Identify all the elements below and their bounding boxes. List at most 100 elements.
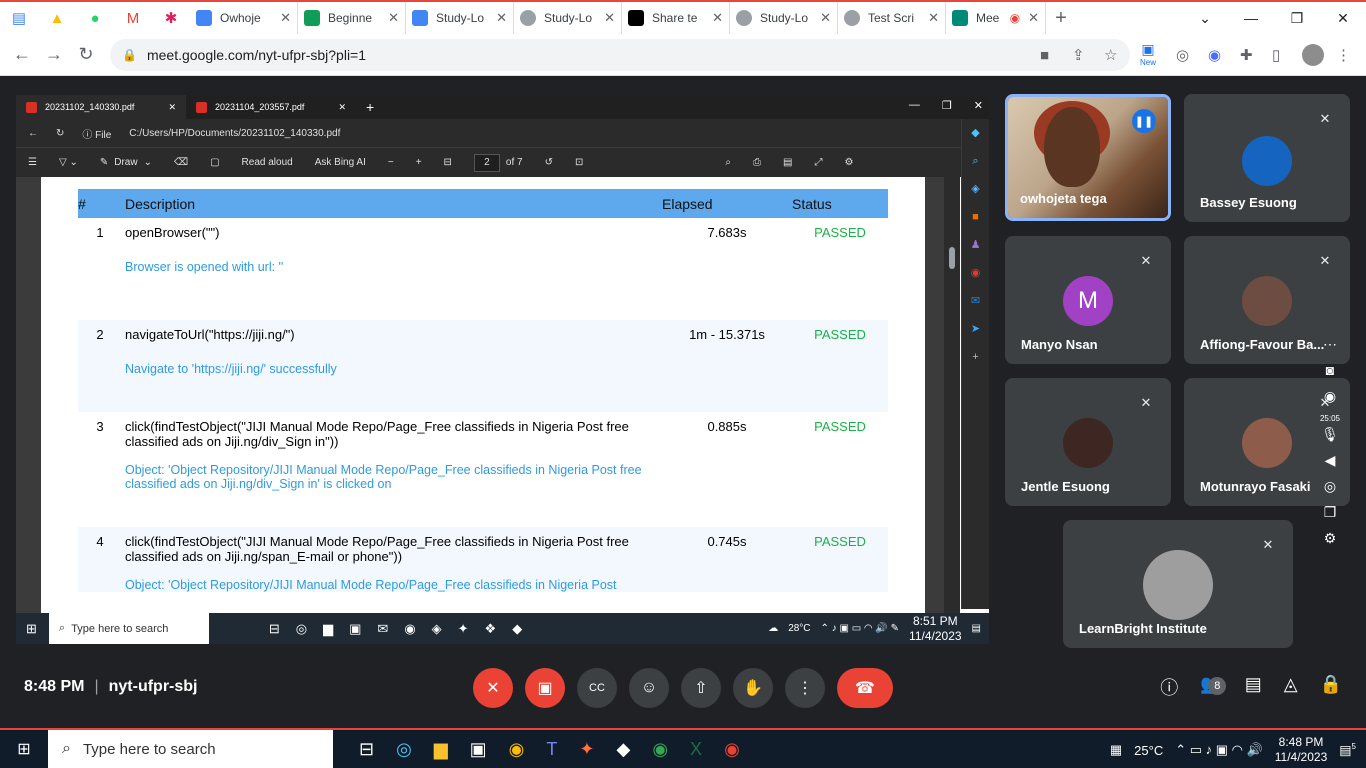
browser-tab[interactable]: Study-Lo ✕ [730, 2, 838, 34]
screenshot-icon[interactable]: ◙ [1326, 362, 1334, 388]
bookmark-star-icon[interactable]: ☆ [1104, 41, 1117, 69]
pinned-tab-whatsapp[interactable]: ● [76, 2, 114, 34]
draw-button[interactable]: ✎ Draw ⌄ [100, 157, 152, 168]
settings-icon[interactable]: ⚙ [844, 157, 853, 168]
start-icon[interactable]: ⊞ [0, 739, 48, 759]
teams-icon[interactable]: T [546, 739, 557, 760]
more-options-button[interactable]: ⋮ [785, 668, 825, 708]
chrome-icon[interactable]: ◉ [652, 739, 668, 760]
restore-button[interactable]: ❐ [942, 99, 952, 112]
file-path[interactable]: C:/Users/HP/Documents/20231102_140330.pd… [129, 128, 340, 139]
pdf-viewport[interactable]: # Description Elapsed Status 1 openBrows… [16, 177, 960, 613]
highlight-icon[interactable]: ▽ ⌄ [59, 157, 78, 168]
puzzle-icon[interactable]: ✚ [1240, 41, 1253, 69]
tab-search-icon[interactable]: ⌄ [1182, 10, 1228, 27]
minimize-button[interactable]: — [1228, 10, 1274, 26]
activities-icon[interactable]: ◬ [1284, 674, 1298, 713]
close-icon[interactable]: ✕ [820, 10, 831, 26]
participant-tile[interactable]: ✕ LearnBright Institute [1063, 520, 1293, 648]
chrome-icon[interactable]: ◉ [724, 739, 740, 760]
new-tab-button[interactable]: + [1046, 7, 1076, 30]
participant-tile[interactable]: ✕ M Manyo Nsan [1005, 236, 1171, 364]
captions-button[interactable]: CC [577, 668, 617, 708]
close-icon[interactable]: ✕ [388, 10, 399, 26]
back-button[interactable]: ← [28, 128, 38, 139]
camera-toggle-button[interactable]: ▣ [525, 668, 565, 708]
participant-tile[interactable]: ✕ Bassey Esuong [1184, 94, 1350, 222]
add-icon[interactable]: + [962, 343, 989, 371]
rotate-icon[interactable]: ↺ [545, 157, 553, 168]
task-view-icon[interactable]: ⊟ [359, 739, 374, 760]
copilot-icon[interactable]: ◆ [962, 119, 989, 147]
pdf-tab[interactable]: 20231104_203557.pdf ✕ [186, 95, 356, 119]
present-button[interactable]: ⇧ [681, 668, 721, 708]
close-icon[interactable]: ✕ [168, 102, 176, 113]
store-icon[interactable]: ▣ [470, 739, 487, 760]
reactions-button[interactable]: ☺ [629, 668, 669, 708]
host-controls-icon[interactable]: 🔒 [1320, 674, 1342, 713]
participant-tile[interactable]: ❚❚ owhojeta tega [1005, 94, 1171, 221]
print-icon[interactable]: ⎙ [753, 157, 761, 168]
mic-icon[interactable]: 🎙 [1321, 426, 1339, 452]
page-number-input[interactable]: 2 [473, 153, 500, 172]
office-icon[interactable]: ◉ [962, 259, 989, 287]
pinned-tab-slack[interactable]: ✱ [152, 2, 190, 34]
browser-tab-active[interactable]: Mee ◉ ✕ [946, 2, 1046, 34]
close-icon[interactable]: ✕ [604, 10, 615, 26]
browser-tab[interactable]: Study-Lo ✕ [406, 2, 514, 34]
meeting-details-icon[interactable]: ⓘ [1160, 674, 1178, 713]
extension-new-icon[interactable]: ▣ New [1140, 41, 1156, 69]
close-icon[interactable]: ✕ [280, 10, 291, 26]
zoom-in-icon[interactable]: + [416, 157, 422, 168]
taskbar-search-input[interactable]: ⌕ Type here to search [48, 613, 209, 644]
mic-toggle-button[interactable]: ✕ [473, 668, 513, 708]
notification-icon[interactable]: ▤ [972, 623, 981, 634]
read-aloud-button[interactable]: Read aloud [242, 157, 293, 168]
app-icon[interactable]: ✦ [579, 739, 594, 760]
chrome-icon[interactable]: ◉ [509, 739, 525, 760]
contents-icon[interactable]: ☰ [28, 157, 37, 168]
close-icon[interactable]: ✕ [496, 10, 507, 26]
profile-avatar[interactable] [1302, 41, 1324, 69]
fit-page-icon[interactable]: ⊟ [444, 157, 452, 168]
webcam-icon[interactable]: ◎ [1324, 478, 1336, 504]
browser-tab[interactable]: Beginne ✕ [298, 2, 406, 34]
zoom-out-icon[interactable]: − [388, 157, 394, 168]
outlook-icon[interactable]: ✉ [962, 287, 989, 315]
raise-hand-button[interactable]: ✋ [733, 668, 773, 708]
notification-icon[interactable]: ▤5 [1339, 742, 1356, 758]
speaker-icon[interactable]: ◀ [1325, 452, 1336, 478]
taskbar-search-input[interactable]: ⌕ Type here to search [48, 730, 333, 768]
tools-icon[interactable]: ■ [962, 203, 989, 231]
url-input[interactable]: 🔒 meet.google.com/nyt-ufpr-sbj?pli=1 [110, 39, 1130, 71]
reload-button[interactable]: ↻ [70, 44, 102, 65]
eraser-icon[interactable]: ⌫ [174, 157, 188, 168]
close-icon[interactable]: ✕ [712, 10, 723, 26]
leave-call-button[interactable]: ☎ [837, 668, 893, 708]
search-icon[interactable]: ⌕ [962, 147, 989, 175]
shopping-icon[interactable]: ◈ [962, 175, 989, 203]
close-window-button[interactable]: ✕ [974, 99, 983, 112]
edge-icon[interactable]: ◎ [396, 739, 412, 760]
settings-icon[interactable]: ⚙ [1324, 530, 1337, 556]
menu-dots-icon[interactable]: ⋮ [1336, 41, 1351, 69]
pdf-tab[interactable]: 20231102_140330.pdf ✕ [16, 95, 186, 119]
participant-tile[interactable]: ✕ Jentle Esuong [1005, 378, 1171, 506]
scroll-thumb[interactable] [949, 247, 955, 269]
text-icon[interactable]: ▢ [210, 157, 219, 168]
excel-icon[interactable]: X [690, 739, 702, 760]
close-icon[interactable]: ✕ [928, 10, 939, 26]
share-icon[interactable]: ⇪ [1072, 41, 1085, 69]
restore-button[interactable]: ❐ [1274, 10, 1320, 27]
pdf-scrollbar[interactable] [944, 177, 960, 613]
browser-tab[interactable]: Share te ✕ [622, 2, 730, 34]
side-panel-icon[interactable]: ▯ [1272, 41, 1280, 69]
file-explorer-icon[interactable]: ▆ [434, 739, 448, 760]
back-button[interactable]: ← [6, 44, 38, 65]
search-icon[interactable]: ⌕ [725, 157, 731, 168]
forward-button[interactable]: → [38, 44, 70, 65]
new-tab-button[interactable]: + [366, 99, 374, 115]
fullscreen-icon[interactable]: ⤢ [814, 157, 822, 168]
close-window-button[interactable]: ✕ [1320, 10, 1366, 27]
extension-icon[interactable]: ◎ [1176, 41, 1189, 69]
